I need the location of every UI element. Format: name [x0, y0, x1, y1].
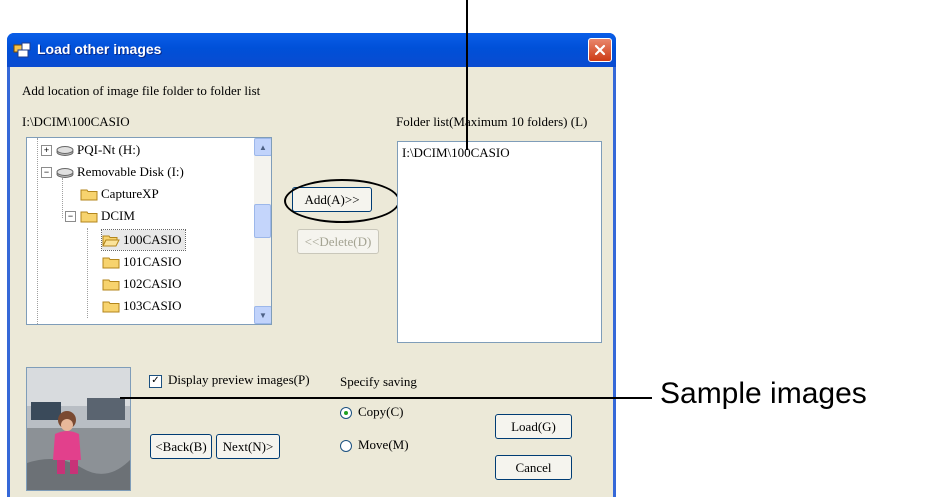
back-button[interactable]: <Back(B)	[150, 434, 212, 459]
radio-label: Move(M)	[358, 437, 409, 452]
open-folder-icon	[102, 235, 120, 246]
tree-item-label: PQI-Nt (H:)	[77, 142, 141, 157]
next-button[interactable]: Next(N)>	[216, 434, 280, 459]
current-path: I:\DCIM\100CASIO	[22, 114, 130, 129]
tree-item-label: 100CASIO	[123, 232, 182, 247]
tree-scrollbar[interactable]: ▲ ▼	[254, 138, 271, 324]
tree-item-label: CaptureXP	[101, 186, 159, 201]
tree-guide-line	[87, 228, 88, 318]
delete-button[interactable]: <<Delete(D)	[297, 229, 379, 254]
title-bar: Load other images	[7, 33, 616, 67]
radio-label: Copy(C)	[358, 404, 404, 419]
folder-tree[interactable]: + PQI-Nt (H:) − Removable Disk (I:) Capt…	[26, 137, 272, 325]
folder-icon	[80, 189, 98, 200]
cancel-button[interactable]: Cancel	[495, 455, 572, 480]
sample-images-callout: Sample images	[660, 377, 867, 410]
specify-saving-label: Specify saving	[340, 374, 417, 389]
sample-photo	[27, 368, 130, 490]
callout-line-sample	[120, 397, 652, 399]
tree-item-102casio[interactable]: 102CASIO	[102, 274, 182, 294]
instruction-text: Add location of image file folder to fol…	[22, 83, 261, 98]
folder-icon	[102, 257, 120, 268]
move-radio[interactable]: Move(M)	[340, 437, 409, 453]
window-title: Load other images	[37, 41, 162, 57]
drive-icon	[56, 145, 74, 156]
tree-item-101casio[interactable]: 101CASIO	[102, 252, 182, 272]
collapse-icon[interactable]: −	[65, 210, 76, 222]
scroll-up-icon[interactable]: ▲	[254, 138, 271, 156]
tree-item-label: 103CASIO	[123, 298, 182, 313]
folder-icon	[102, 301, 120, 312]
folder-icon	[102, 279, 120, 290]
tree-item-label: DCIM	[101, 208, 135, 223]
add-button-highlight-ring	[284, 179, 400, 223]
collapse-icon[interactable]: −	[41, 166, 52, 178]
display-preview-checkbox[interactable]: ✓ Display preview images(P)	[149, 372, 310, 388]
tree-item-removable-disk[interactable]: − Removable Disk (I:)	[41, 162, 184, 182]
sample-image-preview	[26, 367, 131, 491]
tree-item-100casio[interactable]: 100CASIO	[101, 229, 186, 251]
folder-list-item[interactable]: I:\DCIM\100CASIO	[402, 145, 510, 161]
tree-item-dcim[interactable]: − DCIM	[65, 206, 135, 226]
tree-item-label: 102CASIO	[123, 276, 182, 291]
close-icon	[594, 44, 606, 56]
tree-item-label: Removable Disk (I:)	[77, 164, 184, 179]
tree-item-pqi-nt[interactable]: + PQI-Nt (H:)	[41, 140, 140, 160]
tree-item-capturexp[interactable]: CaptureXP	[80, 184, 159, 204]
checkmark-icon[interactable]: ✓	[149, 374, 162, 388]
checkbox-label: Display preview images(P)	[168, 372, 310, 387]
folder-list[interactable]: I:\DCIM\100CASIO	[397, 141, 602, 343]
load-button[interactable]: Load(G)	[495, 414, 572, 439]
radio-selected-icon[interactable]	[340, 407, 352, 420]
tree-guide-line	[37, 138, 38, 324]
drive-icon	[56, 167, 74, 178]
scroll-thumb[interactable]	[254, 204, 271, 238]
callout-line-top	[466, 0, 468, 150]
tree-item-103casio[interactable]: 103CASIO	[102, 296, 182, 316]
close-button[interactable]	[588, 38, 612, 62]
tree-item-label: 101CASIO	[123, 254, 182, 269]
scroll-down-icon[interactable]: ▼	[254, 306, 271, 324]
load-other-images-window: Load other images Add location of image …	[7, 33, 616, 497]
radio-unselected-icon[interactable]	[340, 440, 352, 453]
app-window-icon	[13, 42, 31, 58]
tree-guide-line	[62, 178, 63, 218]
dialog-body: Add location of image file folder to fol…	[10, 67, 613, 497]
expand-icon[interactable]: +	[41, 144, 52, 156]
copy-radio[interactable]: Copy(C)	[340, 404, 404, 420]
folder-list-label: Folder list(Maximum 10 folders) (L)	[396, 114, 588, 129]
folder-icon	[80, 211, 98, 222]
